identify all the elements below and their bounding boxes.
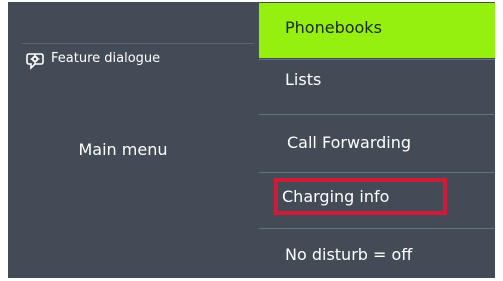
speech-gear-icon <box>26 51 46 71</box>
menu-item-label: Charging info <box>282 187 390 206</box>
highlight-box: Charging info <box>274 178 447 215</box>
menu-item-label: Call Forwarding <box>287 133 412 152</box>
menu-item-lists[interactable]: Lists <box>259 60 495 106</box>
menu-item-call-forwarding[interactable]: Call Forwarding <box>259 115 495 168</box>
menu-list: Phonebooks Lists Call Forwarding Chargin… <box>259 2 495 278</box>
menu-item-label: Lists <box>285 69 322 89</box>
feature-dialogue-row[interactable]: Feature dialogue <box>26 50 160 72</box>
menu-item-phonebooks[interactable]: Phonebooks <box>259 3 495 58</box>
left-panel: Feature dialogue Main menu <box>8 2 254 278</box>
menu-separator <box>259 172 495 173</box>
main-menu-label: Main menu <box>78 140 168 159</box>
menu-item-charging-info[interactable]: Charging info <box>259 175 495 221</box>
feature-dialogue-label: Feature dialogue <box>51 50 161 66</box>
left-divider <box>22 43 254 44</box>
menu-separator <box>259 228 495 229</box>
menu-item-label: Phonebooks <box>285 18 382 37</box>
menu-item-no-disturb[interactable]: No disturb = off <box>259 231 495 277</box>
menu-item-label: No disturb = off <box>285 244 413 264</box>
phone-screen: Feature dialogue Main menu Phonebooks Li… <box>8 2 495 278</box>
